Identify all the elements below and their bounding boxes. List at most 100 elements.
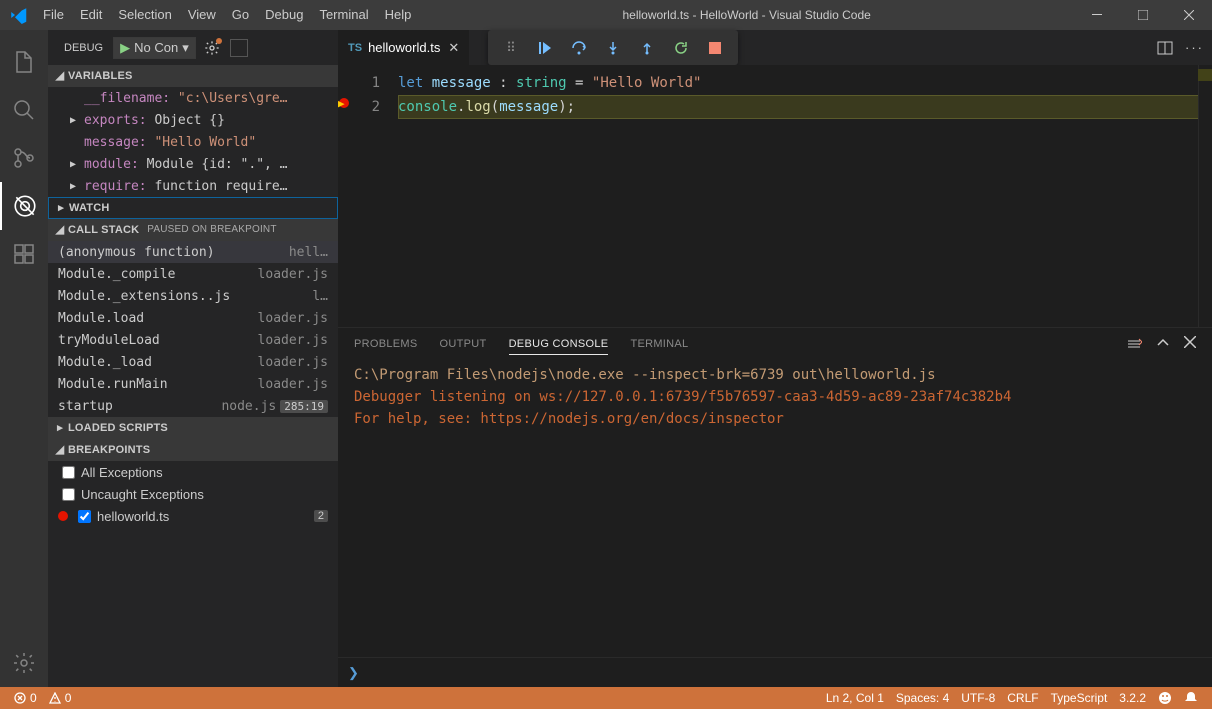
feedback-icon[interactable] [1152,691,1178,705]
checkbox[interactable] [62,466,75,479]
more-actions-icon[interactable]: ··· [1185,40,1204,55]
tab-problems[interactable]: PROBLEMS [354,334,418,354]
callstack-frame[interactable]: (anonymous function)hell… [48,241,338,263]
status-language[interactable]: TypeScript [1045,691,1114,705]
callstack-frame[interactable]: startupnode.js285:19 [48,395,338,417]
status-cursor[interactable]: Ln 2, Col 1 [820,691,890,705]
clear-console-icon[interactable] [1126,336,1142,352]
status-ts-version[interactable]: 3.2.2 [1113,691,1152,705]
code-content[interactable]: let message : string = "Hello World" con… [398,65,1212,327]
maximize-button[interactable] [1120,0,1166,30]
stop-button[interactable] [698,34,732,62]
menu-go[interactable]: Go [224,0,257,30]
window-controls [1074,0,1212,30]
notification-dot-icon [216,38,222,44]
callstack-frame[interactable]: Module._compileloader.js [48,263,338,285]
vscode-logo-icon [0,6,35,24]
step-out-button[interactable] [630,34,664,62]
notifications-icon[interactable] [1178,691,1204,705]
activity-bar [0,30,48,687]
variable-row[interactable]: ▶module: Module {id: ".", … [48,153,338,175]
status-warnings[interactable]: 0 [43,691,78,705]
checkbox[interactable] [78,510,91,523]
callstack-frame[interactable]: Module.loadloader.js [48,307,338,329]
step-into-button[interactable] [596,34,630,62]
source-control-icon[interactable] [0,134,48,182]
debug-sidebar: DEBUG ▶ No Con ▾ ◢ VARIABLES __filename:… [48,30,338,687]
settings-gear-icon[interactable] [0,639,48,687]
status-encoding[interactable]: UTF-8 [955,691,1001,705]
callstack-frame[interactable]: tryModuleLoadloader.js [48,329,338,351]
expand-icon: ▸ [53,197,69,219]
debug-console-output[interactable]: C:\Program Files\nodejs\node.exe --inspe… [338,360,1212,657]
menu-selection[interactable]: Selection [110,0,179,30]
split-editor-icon[interactable] [1157,40,1173,56]
tab-output[interactable]: OUTPUT [440,334,487,354]
breakpoint-line-badge: 2 [314,510,328,522]
variable-row[interactable]: ▶require: function require… [48,175,338,197]
expand-icon: ▸ [52,417,68,439]
variable-row[interactable]: message: "Hello World" [48,131,338,153]
tab-terminal[interactable]: TERMINAL [630,334,688,354]
status-eol[interactable]: CRLF [1001,691,1044,705]
status-indent[interactable]: Spaces: 4 [890,691,955,705]
checkbox[interactable] [62,488,75,501]
extensions-icon[interactable] [0,230,48,278]
callstack-list: (anonymous function)hell… Module._compil… [48,241,338,417]
menu-help[interactable]: Help [377,0,420,30]
step-over-button[interactable] [562,34,596,62]
minimap[interactable] [1198,65,1212,327]
loaded-scripts-header[interactable]: ▸ LOADED SCRIPTS [48,417,338,439]
debug-config-name: No Con [134,40,178,55]
tab-helloworld[interactable]: TS helloworld.ts ✕ [338,30,470,65]
callstack-frame[interactable]: Module.runMainloader.js [48,373,338,395]
menu-debug[interactable]: Debug [257,0,311,30]
minimize-button[interactable] [1074,0,1120,30]
minimap-highlight [1198,69,1212,81]
close-button[interactable] [1166,0,1212,30]
console-line: For help, see: https://nodejs.org/en/doc… [354,408,1196,430]
callstack-frame[interactable]: Module._extensions..jsl… [48,285,338,307]
debug-action-bar[interactable]: ⠿ [488,30,738,65]
debug-label: DEBUG [64,42,103,54]
tab-debug-console[interactable]: DEBUG CONSOLE [509,334,609,355]
watch-section-header[interactable]: ▸ WATCH [48,197,338,219]
close-tab-icon[interactable]: ✕ [448,40,459,56]
explorer-icon[interactable] [0,38,48,86]
status-errors[interactable]: 0 [8,691,43,705]
debug-settings-button[interactable] [204,40,220,56]
breakpoint-uncaught-exceptions[interactable]: Uncaught Exceptions [48,483,338,505]
variables-list: __filename: "c:\Users\gre… ▶exports: Obj… [48,87,338,197]
title-bar: File Edit Selection View Go Debug Termin… [0,0,1212,30]
restart-button[interactable] [664,34,698,62]
menu-view[interactable]: View [180,0,224,30]
collapse-icon: ◢ [52,219,68,241]
menu-file[interactable]: File [35,0,72,30]
breakpoints-header[interactable]: ◢ BREAKPOINTS [48,439,338,461]
collapse-panel-icon[interactable] [1156,336,1170,352]
debug-icon[interactable] [0,182,48,230]
variables-section-header[interactable]: ◢ VARIABLES [48,65,338,87]
breakpoint-dot-icon [58,511,68,521]
close-panel-icon[interactable] [1184,336,1196,352]
console-line: C:\Program Files\nodejs\node.exe --inspe… [354,364,1196,386]
breakpoint-file[interactable]: helloworld.ts 2 [48,505,338,527]
debug-console-input[interactable]: ❯ [338,657,1212,687]
breakpoint-all-exceptions[interactable]: All Exceptions [48,461,338,483]
variable-row[interactable]: __filename: "c:\Users\gre… [48,87,338,109]
callstack-section-header[interactable]: ◢ CALL STACK PAUSED ON BREAKPOINT [48,219,338,241]
breakpoints-list: All Exceptions Uncaught Exceptions hello… [48,461,338,527]
debug-config-dropdown[interactable]: ▶ No Con ▾ [113,37,196,59]
typescript-file-icon: TS [348,42,362,54]
debug-console-toggle[interactable] [230,39,248,57]
variable-row[interactable]: ▶exports: Object {} [48,109,338,131]
search-icon[interactable] [0,86,48,134]
drag-handle-icon[interactable]: ⠿ [494,34,528,62]
menu-edit[interactable]: Edit [72,0,110,30]
menu-terminal[interactable]: Terminal [311,0,376,30]
callstack-frame[interactable]: Module._loadloader.js [48,351,338,373]
editor-tabs: TS helloworld.ts ✕ ⠿ ··· [338,30,1212,65]
continue-button[interactable] [528,34,562,62]
code-editor[interactable]: ▶ 1 2 let message : string = "Hello Worl… [338,65,1212,327]
collapse-icon: ◢ [52,439,68,461]
